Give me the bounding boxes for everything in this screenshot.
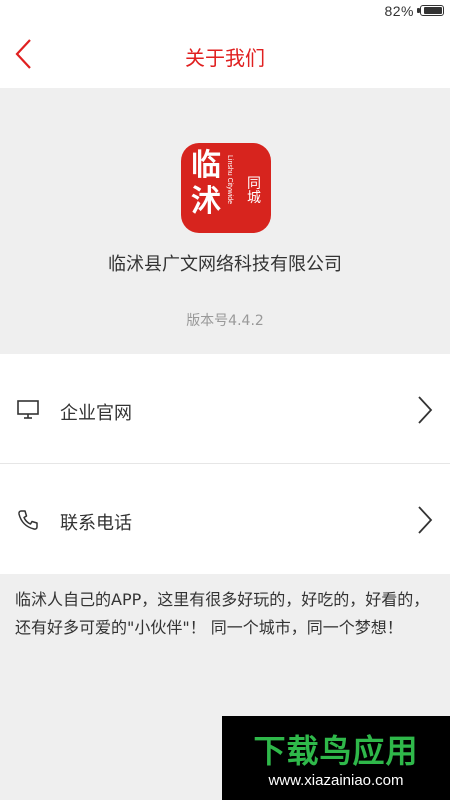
version-label: 版本号4.4.2 (186, 313, 264, 329)
chevron-right-icon (418, 506, 433, 534)
company-name: 临沭县广文网络科技有限公司 (108, 254, 342, 275)
nav-bar: 关于我们 (0, 22, 450, 88)
about-header: 临 沭 Linshu Citywide 同城 临沭县广文网络科技有限公司 版本号… (0, 88, 450, 354)
logo-char-1: 临 (191, 148, 221, 183)
logo-vertical-text: Linshu Citywide (226, 155, 233, 205)
intro-text: 临沭人自己的APP，这里有很多好玩的，好吃的，好看的，还有好多可爱的"小伙伴"！… (15, 590, 430, 637)
menu-label-website: 企业官网 (60, 403, 132, 424)
watermark-title: 下载鸟应用 (253, 732, 419, 770)
watermark: 下载鸟应用 www.xiazainiao.com (222, 716, 450, 800)
menu-item-phone[interactable]: 联系电话 (0, 464, 450, 574)
about-menu: 企业官网 联系电话 (0, 354, 450, 574)
menu-item-website[interactable]: 企业官网 (0, 354, 450, 464)
phone-icon (18, 510, 38, 530)
menu-label-phone: 联系电话 (60, 513, 132, 534)
logo-char-2: 沭 (191, 184, 221, 219)
logo-side-text: 同城 (247, 176, 261, 206)
chevron-right-icon (418, 396, 433, 424)
battery-percentage: 82% (384, 3, 414, 19)
page-title: 关于我们 (185, 46, 265, 70)
monitor-icon (17, 400, 39, 419)
battery-icon (417, 5, 444, 16)
watermark-url: www.xiazainiao.com (268, 772, 404, 789)
status-bar: 82% (0, 0, 450, 22)
app-logo: 临 沭 Linshu Citywide 同城 (181, 143, 271, 233)
